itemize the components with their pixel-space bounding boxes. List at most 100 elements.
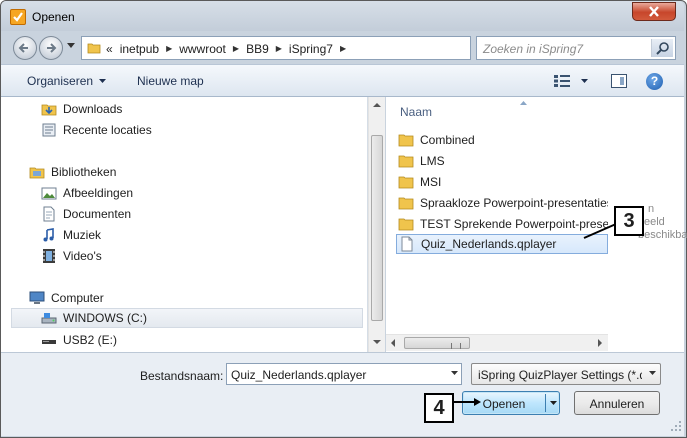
scroll-down-icon[interactable] [373, 340, 381, 344]
file-item-label: Spraakloze Powerpoint-presentaties [420, 196, 608, 210]
file-item-quiz-qplayer[interactable]: Quiz_Nederlands.qplayer [396, 234, 608, 254]
nav-item-music[interactable]: Muziek [41, 225, 101, 245]
folder-icon [398, 134, 414, 147]
nav-item-computer[interactable]: Computer [29, 288, 104, 308]
search-icon [656, 42, 669, 55]
documents-library-icon [43, 206, 55, 222]
folder-icon [398, 176, 414, 189]
arrow-right-icon [47, 43, 57, 53]
nav-item-downloads[interactable]: Downloads [41, 99, 122, 119]
arrow-left-icon [18, 43, 28, 53]
videos-library-icon [43, 249, 55, 263]
close-button[interactable] [632, 2, 676, 21]
file-type-select[interactable]: iSpring QuizPlayer Settings (*.q [471, 363, 661, 385]
chevron-down-icon [649, 371, 656, 375]
nav-item-label: Recente locaties [63, 123, 152, 137]
breadcrumb-separator-icon[interactable]: ▶ [166, 44, 172, 53]
breadcrumb-wwwroot[interactable]: wwwroot [179, 42, 226, 56]
cancel-button-label: Annuleren [589, 397, 645, 411]
breadcrumb-separator-icon[interactable]: ▶ [340, 44, 346, 53]
column-header-name[interactable]: Naam [400, 105, 432, 119]
new-folder-button[interactable]: Nieuwe map [137, 74, 204, 88]
nav-item-documents[interactable]: Documenten [41, 204, 131, 224]
nav-item-label: Muziek [63, 228, 102, 242]
sort-ascending-icon [520, 101, 527, 105]
file-item-label: LMS [420, 154, 445, 168]
filename-label: Bestandsnaam: [140, 369, 224, 383]
nav-item-label: USB2 (E:) [63, 333, 118, 347]
breadcrumb-overflow[interactable]: « [106, 42, 113, 56]
file-item-lms[interactable]: LMS [398, 151, 608, 171]
scroll-thumb[interactable] [371, 135, 383, 321]
search-box[interactable]: Zoeken in iSpring7 [476, 36, 676, 60]
dialog-footer: Bestandsnaam: Quiz_Nederlands.qplayer iS… [1, 352, 684, 436]
preview-pane-icon[interactable] [611, 74, 627, 88]
breadcrumb-inetpub[interactable]: inetpub [120, 42, 159, 56]
scroll-thumb[interactable] [404, 337, 470, 349]
file-item-label: MSI [420, 175, 442, 189]
computer-icon [29, 291, 45, 304]
breadcrumb-separator-icon[interactable]: ▶ [233, 44, 239, 53]
nav-item-label: Computer [51, 291, 104, 305]
app-icon [10, 9, 26, 25]
pictures-library-icon [41, 187, 57, 200]
nav-item-libraries[interactable]: Bibliotheken [29, 162, 116, 182]
nav-item-usb[interactable]: USB2 (E:) [41, 330, 117, 350]
scroll-left-icon[interactable] [391, 339, 395, 347]
hard-drive-icon [41, 313, 57, 324]
organize-menu[interactable]: Organiseren [27, 74, 93, 88]
chevron-down-icon[interactable] [99, 79, 106, 83]
callout-3: 3 [614, 206, 644, 236]
close-icon [649, 6, 659, 17]
title-bar[interactable]: Openen [1, 1, 684, 31]
scroll-right-icon[interactable] [598, 339, 602, 347]
nav-item-label: Documenten [63, 207, 132, 221]
file-type-value: iSpring QuizPlayer Settings (*.q [478, 368, 642, 382]
file-item-spraakloze[interactable]: Spraakloze Powerpoint-presentaties [398, 193, 608, 213]
help-icon[interactable]: ? [646, 73, 663, 90]
breadcrumb-ispring7[interactable]: iSpring7 [289, 42, 333, 56]
recent-places-icon [42, 123, 56, 137]
nav-item-label: WINDOWS (C:) [63, 311, 147, 325]
callout-pointer-4 [454, 398, 481, 406]
folder-icon [87, 43, 101, 54]
folder-icon [398, 197, 414, 210]
libraries-icon [29, 167, 45, 179]
nav-item-recent[interactable]: Recente locaties [41, 120, 152, 140]
nav-item-drive-c[interactable]: WINDOWS (C:) [11, 308, 363, 328]
breadcrumb-separator-icon[interactable]: ▶ [276, 44, 282, 53]
breadcrumb-bb9[interactable]: BB9 [246, 42, 269, 56]
search-button[interactable] [651, 39, 673, 57]
scroll-up-icon[interactable] [373, 103, 381, 107]
cancel-button[interactable]: Annuleren [574, 391, 660, 415]
filename-value: Quiz_Nederlands.qplayer [231, 368, 367, 382]
navigation-pane-scrollbar[interactable] [368, 97, 385, 352]
preview-unavailable-text: n eeld beschikbaar [638, 203, 687, 241]
window-title: Openen [32, 10, 75, 24]
resize-grip-icon[interactable] [670, 420, 682, 432]
usb-drive-icon [42, 340, 56, 344]
nav-item-label: Afbeeldingen [63, 186, 134, 200]
back-button[interactable] [13, 36, 37, 60]
breadcrumb: « inetpub ▶ wwwroot ▶ BB9 ▶ iSpring7 ▶ [106, 41, 353, 56]
file-list-horizontal-scrollbar[interactable] [386, 334, 608, 351]
navigation-bar: « inetpub ▶ wwwroot ▶ BB9 ▶ iSpring7 ▶ Z… [1, 31, 684, 64]
nav-item-label: Downloads [63, 102, 123, 116]
file-item-test-sprekende[interactable]: TEST Sprekende Powerpoint-presentaties [398, 214, 608, 234]
nav-item-pictures[interactable]: Afbeeldingen [41, 183, 133, 203]
filename-field[interactable]: Quiz_Nederlands.qplayer [226, 363, 462, 385]
file-item-combined[interactable]: Combined [398, 130, 608, 150]
nav-item-videos[interactable]: Video's [41, 246, 102, 266]
views-icon[interactable] [554, 75, 570, 87]
forward-button[interactable] [39, 36, 63, 60]
address-bar[interactable]: « inetpub ▶ wwwroot ▶ BB9 ▶ iSpring7 ▶ [81, 36, 543, 60]
chevron-down-icon[interactable] [451, 371, 458, 375]
music-library-icon [43, 228, 54, 242]
views-dropdown-icon[interactable] [581, 79, 588, 83]
recent-pages-dropdown[interactable] [67, 43, 75, 49]
nav-item-label: Bibliotheken [51, 165, 117, 179]
search-placeholder: Zoeken in iSpring7 [483, 42, 584, 56]
open-options-dropdown-icon[interactable] [550, 401, 557, 405]
file-icon [401, 236, 413, 252]
file-item-msi[interactable]: MSI [398, 172, 608, 192]
